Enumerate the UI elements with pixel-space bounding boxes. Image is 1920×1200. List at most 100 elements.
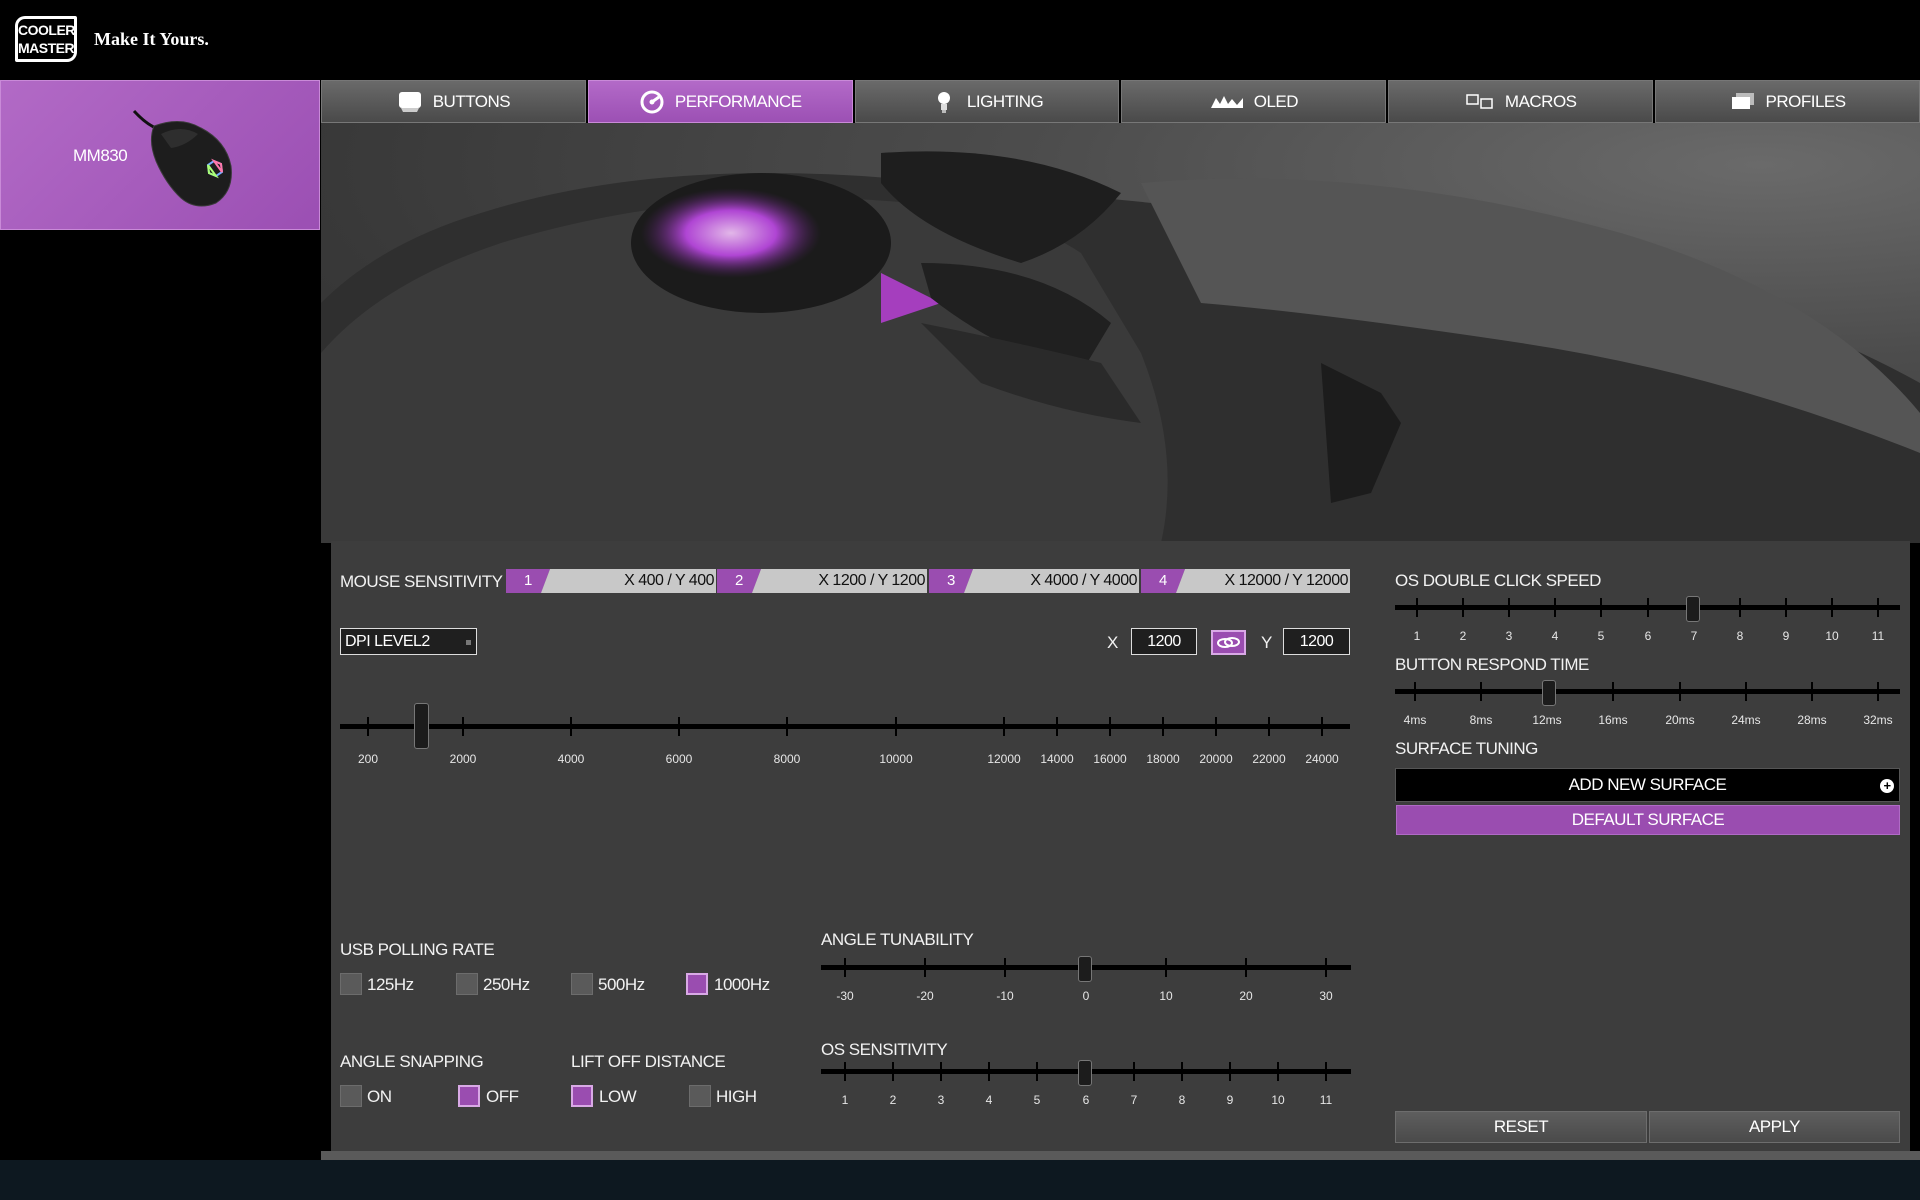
default-surface-item[interactable]: DEFAULT SURFACE: [1396, 805, 1900, 835]
double-click-tick-label: 7: [1690, 629, 1698, 643]
angle-tunability-thumb[interactable]: [1078, 956, 1092, 982]
dpi-tick: [895, 717, 897, 736]
mouse-image: [132, 109, 232, 207]
dpi-tick-label: 10000: [879, 752, 913, 766]
angle-snapping-off-checkbox[interactable]: [458, 1085, 480, 1107]
tab-oled[interactable]: OLED: [1121, 80, 1387, 123]
os-sensitivity-tick: [1036, 1062, 1038, 1081]
os-sensitivity-tick: [892, 1062, 894, 1081]
polling-500-checkbox[interactable]: [571, 973, 593, 995]
respond-time-tick: [1745, 682, 1747, 701]
os-sensitivity-tick-label: 2: [889, 1093, 897, 1107]
lift-off-low-label: LOW: [599, 1087, 637, 1106]
dpi-level-select[interactable]: DPI LEVEL2: [340, 628, 477, 655]
add-surface-label: ADD NEW SURFACE: [1568, 775, 1727, 794]
respond-time-tick: [1679, 682, 1681, 701]
tab-buttons[interactable]: BUTTONS: [321, 80, 586, 123]
os-sensitivity-tick-label: 8: [1178, 1093, 1186, 1107]
dpi-tick-label: 24000: [1305, 752, 1339, 766]
polling-250-checkbox[interactable]: [456, 973, 478, 995]
xy-link-toggle[interactable]: [1211, 630, 1246, 655]
stage-value: X 1200 / Y 1200: [752, 569, 927, 593]
dpi-tick: [786, 717, 788, 736]
dpi-tick-label: 4000: [557, 752, 585, 766]
double-click-thumb[interactable]: [1686, 596, 1700, 622]
apply-button[interactable]: APPLY: [1649, 1111, 1900, 1143]
respond-time-track[interactable]: [1395, 689, 1900, 694]
double-click-tick: [1785, 598, 1787, 617]
tab-profiles[interactable]: PROFILES: [1655, 80, 1920, 123]
angle-tick-label: 0: [1082, 989, 1090, 1003]
os-sensitivity-tick-label: 1: [841, 1093, 849, 1107]
performance-panel: [331, 541, 1910, 1151]
polling-250-label: 250Hz: [483, 975, 530, 994]
polling-125-checkbox[interactable]: [340, 973, 362, 995]
stage-value: X 400 / Y 400: [541, 569, 716, 593]
os-sensitivity-thumb[interactable]: [1078, 1060, 1092, 1086]
dpi-slider-thumb[interactable]: [414, 703, 429, 749]
angle-tick: [1245, 958, 1247, 977]
dpi-tick: [1215, 717, 1217, 736]
add-new-surface-button[interactable]: ADD NEW SURFACE +: [1395, 768, 1900, 802]
respond-time-tick-label: 20ms: [1665, 713, 1695, 727]
footer-bar: [0, 1160, 1920, 1200]
device-name: MM830: [73, 146, 128, 165]
double-click-tick-label: 2: [1459, 629, 1467, 643]
double-click-tick: [1416, 598, 1418, 617]
dpi-stage-3[interactable]: 3 X 4000 / Y 4000: [929, 569, 1139, 593]
dpi-stage-4[interactable]: 4 X 12000 / Y 12000: [1141, 569, 1350, 593]
tab-label: MACROS: [1504, 91, 1577, 111]
double-click-tick: [1739, 598, 1741, 617]
double-click-tick-label: 9: [1782, 629, 1790, 643]
dpi-tick-label: 2000: [449, 752, 477, 766]
os-sensitivity-tick: [1325, 1062, 1327, 1081]
angle-snapping-on-checkbox[interactable]: [340, 1085, 362, 1107]
x-dpi-input[interactable]: 1200: [1131, 628, 1197, 655]
device-card-mm830[interactable]: MM830: [0, 80, 320, 230]
lift-off-label: LIFT OFF DISTANCE: [571, 1052, 726, 1071]
double-click-tick-label: 11: [1871, 629, 1885, 643]
os-sensitivity-tick-label: 11: [1319, 1093, 1333, 1107]
mouse-hero-image: [321, 123, 1920, 543]
lift-off-low-checkbox[interactable]: [571, 1085, 593, 1107]
respond-time-label: BUTTON RESPOND TIME: [1395, 655, 1589, 674]
double-click-tick: [1647, 598, 1649, 617]
os-sensitivity-tick: [988, 1062, 990, 1081]
lift-off-high-checkbox[interactable]: [689, 1085, 711, 1107]
dpi-level-value: DPI LEVEL2: [345, 633, 430, 650]
surface-tuning-label: SURFACE TUNING: [1395, 739, 1538, 758]
double-click-tick: [1508, 598, 1510, 617]
dpi-tick: [570, 717, 572, 736]
main-tabs: BUTTONS PERFORMANCE LIGHTING OLED MACROS…: [321, 80, 1920, 123]
respond-time-thumb[interactable]: [1542, 680, 1556, 706]
dpi-tick-label: 18000: [1146, 752, 1180, 766]
respond-time-tick-label: 16ms: [1598, 713, 1628, 727]
respond-time-tick: [1414, 682, 1416, 701]
tab-lighting[interactable]: LIGHTING: [854, 80, 1120, 123]
dpi-slider-track[interactable]: [340, 724, 1350, 729]
angle-snapping-label: ANGLE SNAPPING: [340, 1052, 484, 1071]
link-icon: [1217, 637, 1240, 648]
reset-button[interactable]: RESET: [1395, 1111, 1647, 1143]
y-dpi-input[interactable]: 1200: [1283, 628, 1350, 655]
stage-value: X 4000 / Y 4000: [964, 569, 1139, 593]
dpi-stage-1[interactable]: 1 X 400 / Y 400: [506, 569, 716, 593]
angle-tick-label: 30: [1319, 989, 1333, 1003]
app-header: COOLER MASTER Make It Yours.: [0, 0, 1920, 80]
os-sensitivity-tick: [1277, 1062, 1279, 1081]
x-label: X: [1107, 633, 1118, 652]
tab-performance[interactable]: PERFORMANCE: [587, 80, 853, 123]
os-sensitivity-tick-label: 5: [1033, 1093, 1041, 1107]
dpi-tick: [1109, 717, 1111, 736]
polling-1000-checkbox[interactable]: [686, 973, 708, 995]
angle-tick: [844, 958, 846, 977]
os-sensitivity-tick: [1133, 1062, 1135, 1081]
dpi-tick-label: 6000: [665, 752, 693, 766]
angle-tick: [1165, 958, 1167, 977]
tab-macros[interactable]: MACROS: [1388, 80, 1654, 123]
dpi-stage-2[interactable]: 2 X 1200 / Y 1200: [717, 569, 927, 593]
polling-125-label: 125Hz: [367, 975, 414, 994]
respond-time-tick-label: 32ms: [1863, 713, 1893, 727]
profiles-icon: [1731, 92, 1754, 109]
respond-time-tick: [1612, 682, 1614, 701]
